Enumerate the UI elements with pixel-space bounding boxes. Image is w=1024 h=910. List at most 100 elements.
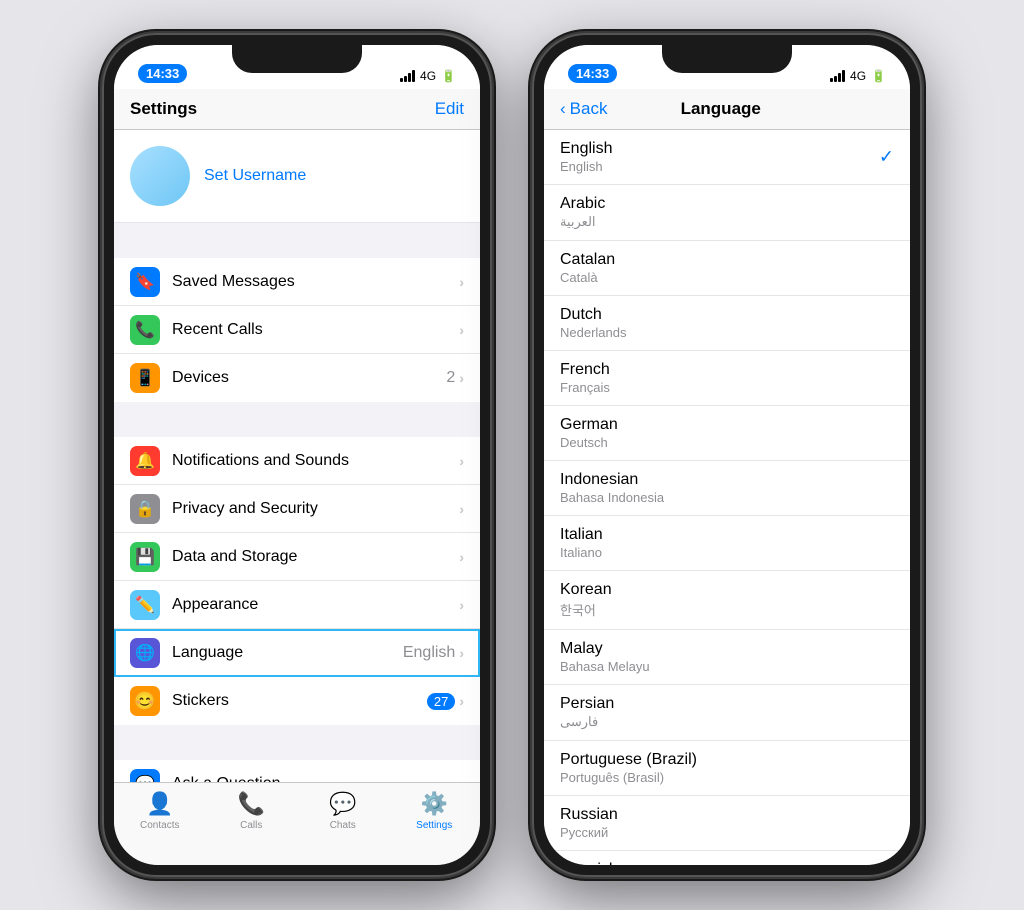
avatar [130,146,190,206]
stickers-badge: 27 [427,693,455,710]
lang-name-korean: Korean [560,581,894,599]
language-item-persian[interactable]: Persian فارسی [544,685,910,741]
left-phone: 14:33 4G 🔋 Settings Edit Set Use [102,33,492,877]
language-value: English [403,644,455,662]
chevron-devices: › [459,370,464,386]
settings-content: Set Username 🔖 Saved Messages › 📞 Recent… [114,130,480,782]
lang-native-english: English [560,159,894,174]
settings-item-data[interactable]: 💾 Data and Storage › [114,533,480,581]
lang-name-indonesian: Indonesian [560,471,894,489]
chevron-stickers: › [459,693,464,709]
nav-bar-settings: Settings Edit [114,89,480,130]
stickers-label: Stickers [172,692,427,710]
language-item-arabic[interactable]: Arabic العربية [544,185,910,241]
settings-item-appearance[interactable]: ✏️ Appearance › [114,581,480,629]
language-item-korean[interactable]: Korean 한국어 [544,571,910,630]
chevron-saved: › [459,274,464,290]
lang-native-persian: فارسی [560,714,894,730]
lang-native-indonesian: Bahasa Indonesia [560,490,894,505]
lang-name-italian: Italian [560,526,894,544]
settings-item-ask[interactable]: 💬 Ask a Question › [114,760,480,782]
recent-calls-icon: 📞 [130,315,160,345]
settings-group-3: 💬 Ask a Question › ❓ Telegram FAQ › [114,760,480,782]
tab-settings[interactable]: ⚙️ Settings [389,791,481,831]
recent-calls-label: Recent Calls [172,321,459,339]
language-item-portuguese[interactable]: Portuguese (Brazil) Português (Brasil) [544,741,910,796]
lang-name-dutch: Dutch [560,306,894,324]
lang-name-portuguese: Portuguese (Brazil) [560,751,894,769]
status-right-left: 4G 🔋 [400,69,456,83]
settings-item-language[interactable]: 🌐 Language English › [114,629,480,677]
time-left: 14:33 [138,64,187,83]
back-label: Back [570,99,608,119]
back-chevron-icon: ‹ [560,99,566,119]
privacy-label: Privacy and Security [172,500,459,518]
settings-group-2: 🔔 Notifications and Sounds › 🔒 Privacy a… [114,437,480,725]
language-item-english[interactable]: English English ✓ [544,130,910,185]
divider-1 [114,223,480,258]
chats-tab-icon: 💬 [329,791,356,817]
tab-bar: 👤 Contacts 📞 Calls 💬 Chats ⚙️ Settings [114,782,480,865]
contacts-tab-label: Contacts [140,820,179,831]
chevron-ask: › [459,776,464,783]
tab-calls[interactable]: 📞 Calls [206,791,298,831]
settings-item-notifications[interactable]: 🔔 Notifications and Sounds › [114,437,480,485]
devices-value: 2 [446,369,455,387]
lang-name-english: English [560,140,894,158]
chevron-notifications: › [459,453,464,469]
network-type: 4G [420,69,436,83]
lang-name-persian: Persian [560,695,894,713]
signal-icon-right [830,70,845,82]
lang-name-malay: Malay [560,640,894,658]
language-item-french[interactable]: French Français [544,351,910,406]
appearance-icon: ✏️ [130,590,160,620]
language-item-dutch[interactable]: Dutch Nederlands [544,296,910,351]
lang-native-french: Français [560,380,894,395]
divider-2 [114,402,480,437]
settings-item-devices[interactable]: 📱 Devices 2 › [114,354,480,402]
devices-icon: 📱 [130,363,160,393]
tab-contacts[interactable]: 👤 Contacts [114,791,206,831]
language-item-malay[interactable]: Malay Bahasa Melayu [544,630,910,685]
language-item-spanish[interactable]: Spanish Español [544,851,910,865]
notifications-label: Notifications and Sounds [172,452,459,470]
chevron-calls: › [459,322,464,338]
lang-native-malay: Bahasa Melayu [560,659,894,674]
lang-native-italian: Italiano [560,545,894,560]
settings-item-saved[interactable]: 🔖 Saved Messages › [114,258,480,306]
lang-native-arabic: العربية [560,214,894,230]
chevron-privacy: › [459,501,464,517]
language-item-indonesian[interactable]: Indonesian Bahasa Indonesia [544,461,910,516]
language-item-italian[interactable]: Italian Italiano [544,516,910,571]
lang-name-arabic: Arabic [560,195,894,213]
chevron-data: › [459,549,464,565]
language-item-russian[interactable]: Russian Русский [544,796,910,851]
language-item-catalan[interactable]: Catalan Català [544,241,910,296]
network-type-right: 4G [850,69,866,83]
settings-item-stickers[interactable]: 😊 Stickers 27 › [114,677,480,725]
language-list: English English ✓ Arabic العربية Catalan… [544,130,910,865]
checkmark-english: ✓ [879,147,894,168]
appearance-label: Appearance [172,596,459,614]
signal-icon [400,70,415,82]
back-button[interactable]: ‹ Back [560,99,607,119]
set-username-link[interactable]: Set Username [204,167,306,185]
battery-icon-right: 🔋 [871,69,886,83]
tab-chats[interactable]: 💬 Chats [297,791,389,831]
lang-native-dutch: Nederlands [560,325,894,340]
right-phone: 14:33 4G 🔋 ‹ Back Language [532,33,922,877]
privacy-icon: 🔒 [130,494,160,524]
language-item-german[interactable]: German Deutsch [544,406,910,461]
lang-native-korean: 한국어 [560,600,894,619]
nav-bar-language: ‹ Back Language [544,89,910,130]
settings-tab-label: Settings [416,820,452,831]
devices-label: Devices [172,369,446,387]
settings-group-1: 🔖 Saved Messages › 📞 Recent Calls › 📱 De… [114,258,480,402]
notifications-icon: 🔔 [130,446,160,476]
settings-item-calls[interactable]: 📞 Recent Calls › [114,306,480,354]
chevron-appearance: › [459,597,464,613]
settings-item-privacy[interactable]: 🔒 Privacy and Security › [114,485,480,533]
language-label: Language [172,644,403,662]
notch-right [662,45,792,73]
edit-button[interactable]: Edit [435,99,464,119]
